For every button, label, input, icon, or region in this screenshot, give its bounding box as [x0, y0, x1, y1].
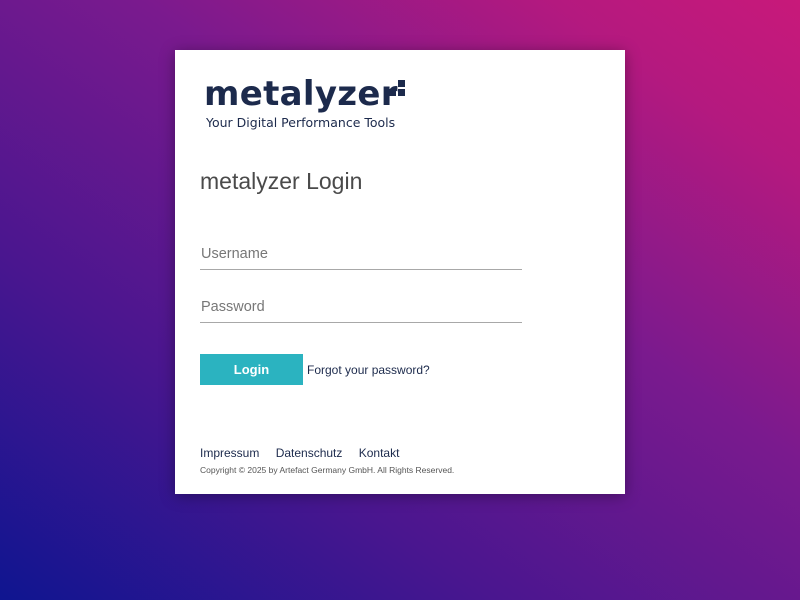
- password-input[interactable]: [200, 291, 522, 323]
- metalyzer-logo: metalyzer: [204, 74, 405, 114]
- logo-wordmark: metalyzer: [204, 74, 398, 114]
- footer-links: Impressum Datenschutz Kontakt: [200, 446, 412, 460]
- kontakt-link[interactable]: Kontakt: [359, 446, 400, 460]
- impressum-link[interactable]: Impressum: [200, 446, 259, 460]
- datenschutz-link[interactable]: Datenschutz: [276, 446, 343, 460]
- logo-tagline: Your Digital Performance Tools: [206, 115, 396, 130]
- forgot-password-link[interactable]: Forgot your password?: [307, 363, 430, 377]
- logo-squares-icon: [389, 80, 405, 96]
- copyright-text: Copyright © 2025 by Artefact Germany Gmb…: [200, 465, 455, 475]
- page-title: metalyzer Login: [200, 168, 363, 194]
- login-card: metalyzer Your Digital Performance Tools…: [175, 50, 625, 494]
- login-button[interactable]: Login: [200, 354, 303, 385]
- username-input[interactable]: [200, 238, 522, 270]
